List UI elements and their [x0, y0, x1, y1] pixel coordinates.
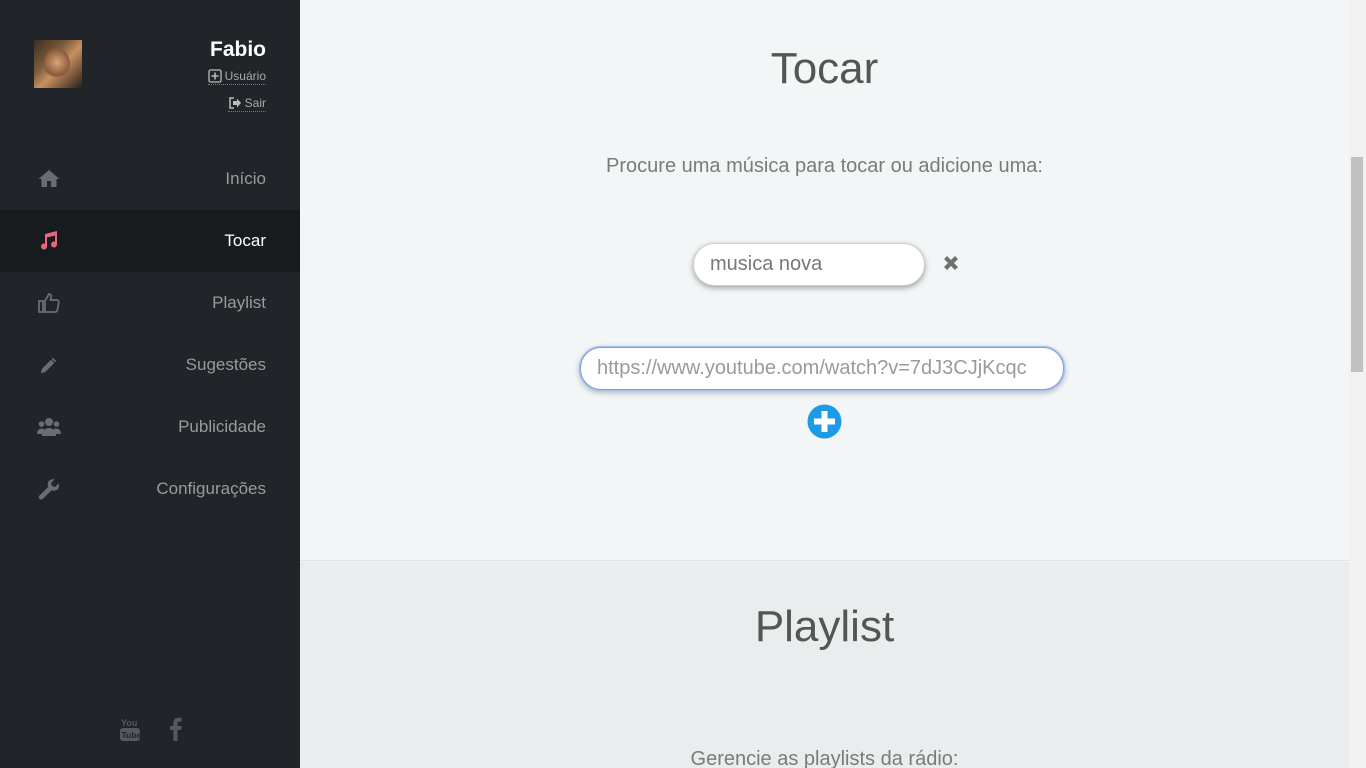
sidebar-item-tocar[interactable]: Tocar: [0, 210, 300, 272]
sidebar-item-label: Sugestões: [185, 355, 266, 374]
svg-text:Tube: Tube: [122, 730, 142, 740]
sidebar-item-label: Configurações: [156, 479, 266, 498]
close-icon[interactable]: [940, 252, 962, 274]
playlist-section: Playlist Gerencie as playlists da rádio:: [300, 562, 1349, 768]
thumbs-up-icon: [38, 293, 60, 313]
home-icon: [38, 170, 60, 187]
sidebar: Fabio Usuário Sair Início Tocar Playlist…: [0, 0, 300, 768]
main-content: Tocar Procure uma música para tocar ou a…: [300, 0, 1349, 768]
play-section: Tocar Procure uma música para tocar ou a…: [300, 0, 1349, 561]
sidebar-item-label: Publicidade: [178, 417, 266, 436]
search-input[interactable]: [693, 243, 925, 286]
facebook-icon[interactable]: [164, 715, 188, 743]
sidebar-item-label: Tocar: [224, 231, 266, 250]
playlist-subtitle: Gerencie as playlists da rádio:: [690, 748, 959, 768]
page-title: Tocar: [770, 44, 879, 93]
pencil-icon: [39, 356, 58, 375]
playlist-title: Playlist: [754, 602, 895, 651]
sidebar-item-inicio[interactable]: Início: [0, 148, 300, 210]
add-music-button[interactable]: [807, 404, 842, 439]
avatar[interactable]: [34, 40, 82, 88]
sidebar-item-sugestoes[interactable]: Sugestões: [0, 334, 300, 396]
user-account-label: Usuário: [224, 69, 266, 83]
play-subtitle: Procure uma música para tocar ou adicion…: [606, 155, 1043, 177]
sidebar-nav: Início Tocar Playlist Sugestões Publicid…: [0, 148, 300, 520]
wrench-icon: [38, 479, 59, 500]
music-icon: [41, 231, 58, 250]
plus-square-icon: [207, 69, 222, 83]
page-scrollbar[interactable]: [1349, 0, 1366, 768]
scrollbar-thumb[interactable]: [1351, 157, 1363, 372]
social-links: You Tube: [118, 715, 188, 743]
youtube-url-input[interactable]: [579, 346, 1065, 391]
user-name: Fabio: [210, 38, 266, 61]
logout-label: Sair: [244, 96, 266, 110]
sign-out-icon: [228, 97, 241, 109]
sidebar-item-label: Playlist: [212, 293, 266, 312]
svg-text:You: You: [121, 718, 137, 728]
user-account-link[interactable]: Usuário: [207, 69, 266, 85]
youtube-icon[interactable]: You Tube: [118, 715, 142, 743]
sidebar-item-publicidade[interactable]: Publicidade: [0, 396, 300, 458]
user-profile: Fabio Usuário Sair: [0, 0, 300, 130]
sidebar-item-configuracoes[interactable]: Configurações: [0, 458, 300, 520]
logout-link[interactable]: Sair: [227, 96, 266, 112]
users-icon: [37, 418, 61, 436]
sidebar-item-playlist[interactable]: Playlist: [0, 272, 300, 334]
sidebar-item-label: Início: [225, 169, 266, 188]
